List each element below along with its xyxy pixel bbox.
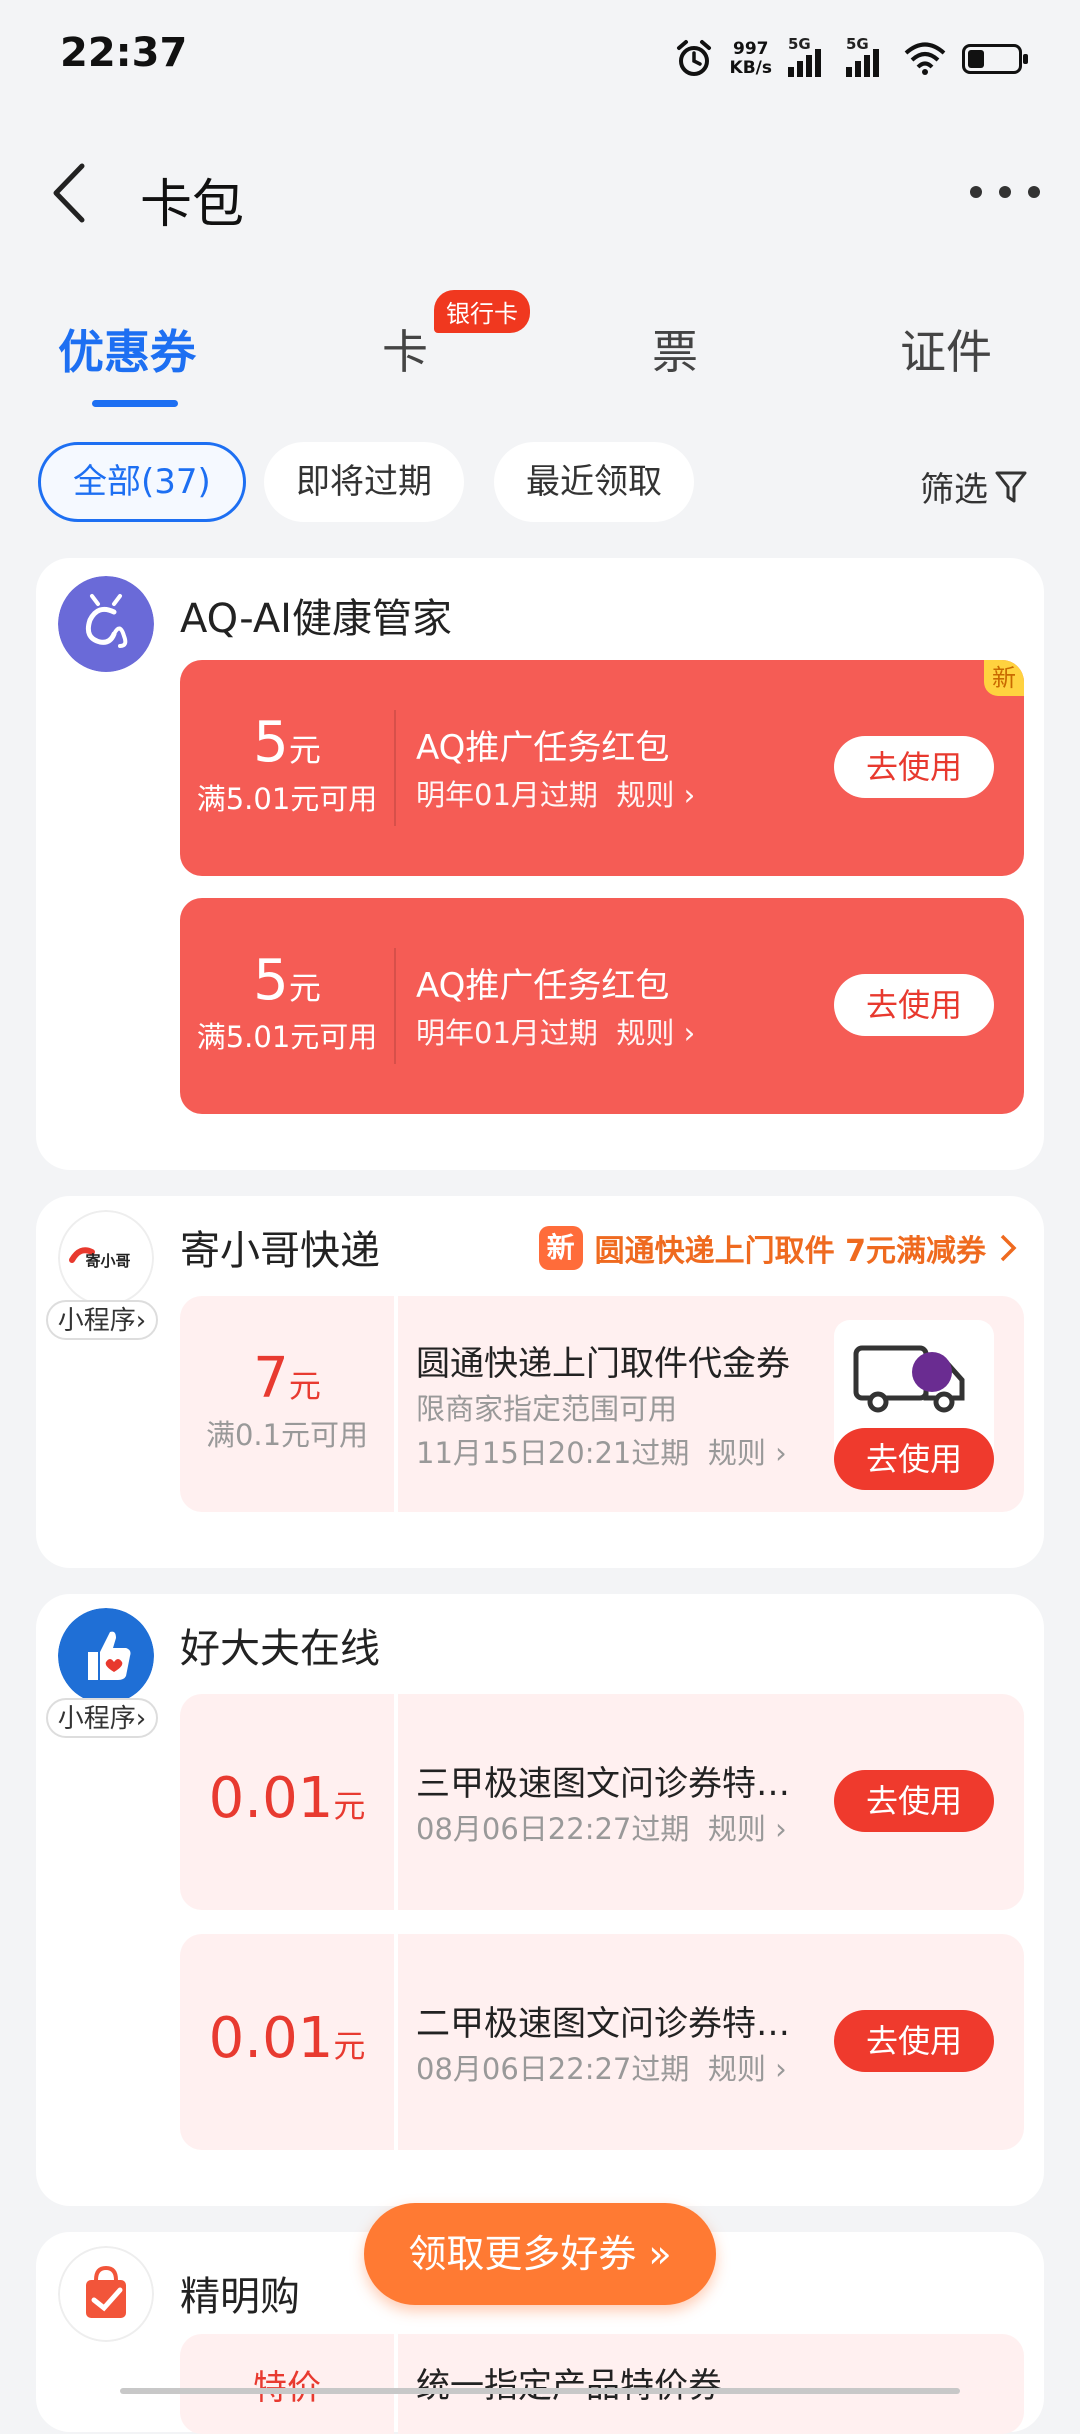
use-button[interactable]: 去使用: [834, 2010, 994, 2072]
jingminggou-logo: [58, 2246, 154, 2342]
get-more-coupons-button[interactable]: 领取更多好券 »: [364, 2203, 716, 2305]
bank-card-badge: 银行卡: [434, 290, 530, 333]
chevron-right-icon: ›: [775, 1812, 787, 1846]
chevron-right-icon: [1000, 1234, 1017, 1262]
coupon-amount: 0.01元: [180, 1934, 394, 2150]
tab-active-indicator: [92, 400, 178, 407]
net-speed: 997 KB/s: [729, 39, 772, 78]
tab-ids[interactable]: 证件: [900, 316, 992, 382]
coupon-title: AQ推广任务红包: [416, 966, 670, 1006]
use-button[interactable]: 去使用: [834, 974, 994, 1036]
svg-text:寄小哥: 寄小哥: [85, 1252, 130, 1270]
page-title: 卡包: [140, 175, 245, 235]
divider: [394, 710, 396, 826]
coupon[interactable]: 特价 统一指定产品特价券: [180, 2334, 1024, 2434]
filter-button[interactable]: 筛选: [920, 462, 1028, 511]
filter-label: 筛选: [920, 470, 988, 510]
tab-bar: 优惠券 卡 银行卡 票 证件: [0, 290, 1080, 410]
promo-link[interactable]: 新 圆通快递上门取件 7元满减券: [538, 1226, 1018, 1270]
chevron-left-icon[interactable]: [40, 158, 100, 228]
merchant-card: 小程序› 好大夫在线 0.01元 三甲极速图文问诊券特… 08月06日22:27…: [36, 1594, 1044, 2206]
divider: [394, 948, 396, 1064]
coupon-subtitle: 限商家指定范围可用: [416, 1392, 678, 1426]
signal-icon: 5G: [788, 35, 830, 77]
chevron-right-icon: ›: [683, 778, 696, 812]
filter-bar: 全部(37) 即将过期 最近领取 筛选: [0, 442, 1080, 528]
coupon-title: 三甲极速图文问诊券特…: [416, 1764, 790, 1804]
status-bar: 22:37 997 KB/s 5G 5G: [0, 0, 1080, 120]
new-badge: 新: [984, 660, 1024, 696]
filter-chip-all[interactable]: 全部(37): [38, 442, 246, 522]
chevron-right-icon: ›: [775, 2052, 787, 2086]
merchant-name: AQ-AI健康管家: [180, 596, 452, 642]
coupon-amount: 5元 满5.01元可用: [180, 660, 394, 876]
coupon[interactable]: 5元 满5.01元可用 AQ推广任务红包 明年01月过期 规则 › 去使用 新: [180, 660, 1024, 876]
more-icon[interactable]: [970, 172, 1040, 212]
tab-coupons[interactable]: 优惠券: [58, 316, 196, 382]
coupon-amount: 0.01元: [180, 1694, 394, 1910]
coupon-amount: 5元 满5.01元可用: [180, 898, 394, 1114]
mini-program-tag[interactable]: 小程序›: [46, 1698, 158, 1738]
status-icons: 997 KB/s 5G 5G: [674, 34, 1028, 84]
coupon-condition: 满5.01元可用: [196, 782, 378, 816]
rules-link[interactable]: 规则: [616, 778, 674, 812]
coupon-title: 二甲极速图文问诊券特…: [416, 2004, 790, 2044]
coupon[interactable]: 0.01元 二甲极速图文问诊券特… 08月06日22:27过期 规则 › 去使用: [180, 1934, 1024, 2150]
home-indicator: [120, 2388, 960, 2394]
jixiaoge-logo: 寄小哥: [58, 1210, 154, 1306]
wifi-icon: [904, 42, 946, 75]
coupon[interactable]: 7元 满0.1元可用 圆通快递上门取件代金券 限商家指定范围可用 11月15日2…: [180, 1296, 1024, 1512]
top-bar: 卡包: [0, 140, 1080, 250]
rules-link[interactable]: 规则: [708, 1436, 766, 1470]
use-button[interactable]: 去使用: [834, 736, 994, 798]
coupon-condition: 满5.01元可用: [196, 1020, 378, 1054]
coupon-amount: 特价: [180, 2334, 394, 2434]
coupon-expiry: 08月06日22:27过期 规则 ›: [416, 2052, 787, 2086]
rules-link[interactable]: 规则: [616, 1016, 674, 1050]
mini-program-tag[interactable]: 小程序›: [46, 1300, 158, 1340]
coupon-title: AQ推广任务红包: [416, 728, 670, 768]
chevron-right-icon: ›: [775, 1436, 787, 1470]
coupon[interactable]: 0.01元 三甲极速图文问诊券特… 08月06日22:27过期 规则 › 去使用: [180, 1694, 1024, 1910]
coupon-condition: 满0.1元可用: [205, 1418, 369, 1452]
merchant-card: AQ-AI健康管家 5元 满5.01元可用 AQ推广任务红包 明年01月过期 规…: [36, 558, 1044, 1170]
tab-tickets[interactable]: 票: [652, 316, 698, 382]
signal-icon: 5G: [846, 35, 888, 77]
rules-link[interactable]: 规则: [708, 2052, 766, 2086]
coupon[interactable]: 5元 满5.01元可用 AQ推广任务红包 明年01月过期 规则 › 去使用: [180, 898, 1024, 1114]
coupon-expiry: 明年01月过期 规则 ›: [416, 1016, 696, 1050]
alarm-icon: [676, 40, 711, 76]
merchant-name: 精明购: [180, 2274, 300, 2320]
rules-link[interactable]: 规则: [708, 1812, 766, 1846]
haodf-logo: [58, 1608, 154, 1704]
filter-chip-recent[interactable]: 最近领取: [494, 442, 694, 522]
aq-logo: [58, 576, 154, 672]
chevron-right-icon: ›: [683, 1016, 696, 1050]
coupon-title: 圆通快递上门取件代金券: [416, 1344, 790, 1384]
use-button[interactable]: 去使用: [834, 1770, 994, 1832]
merchant-card: 寄小哥 小程序› 寄小哥快递 新 圆通快递上门取件 7元满减券 7元 满0.1元…: [36, 1196, 1044, 1568]
use-button[interactable]: 去使用: [834, 1428, 994, 1490]
battery-icon: [962, 44, 1028, 74]
merchant-name: 好大夫在线: [180, 1626, 380, 1672]
coupon-expiry: 明年01月过期 规则 ›: [416, 778, 696, 812]
filter-chip-expiring[interactable]: 即将过期: [264, 442, 464, 522]
merchant-name: 寄小哥快递: [180, 1228, 380, 1274]
tab-cards[interactable]: 卡: [382, 316, 428, 382]
funnel-icon: [995, 471, 1027, 502]
coupon-amount: 7元 满0.1元可用: [180, 1296, 394, 1512]
coupon-expiry: 08月06日22:27过期 规则 ›: [416, 1812, 787, 1846]
status-time: 22:37: [60, 30, 188, 76]
new-icon: 新: [538, 1226, 583, 1270]
coupon-expiry: 11月15日20:21过期 规则 ›: [416, 1436, 787, 1470]
